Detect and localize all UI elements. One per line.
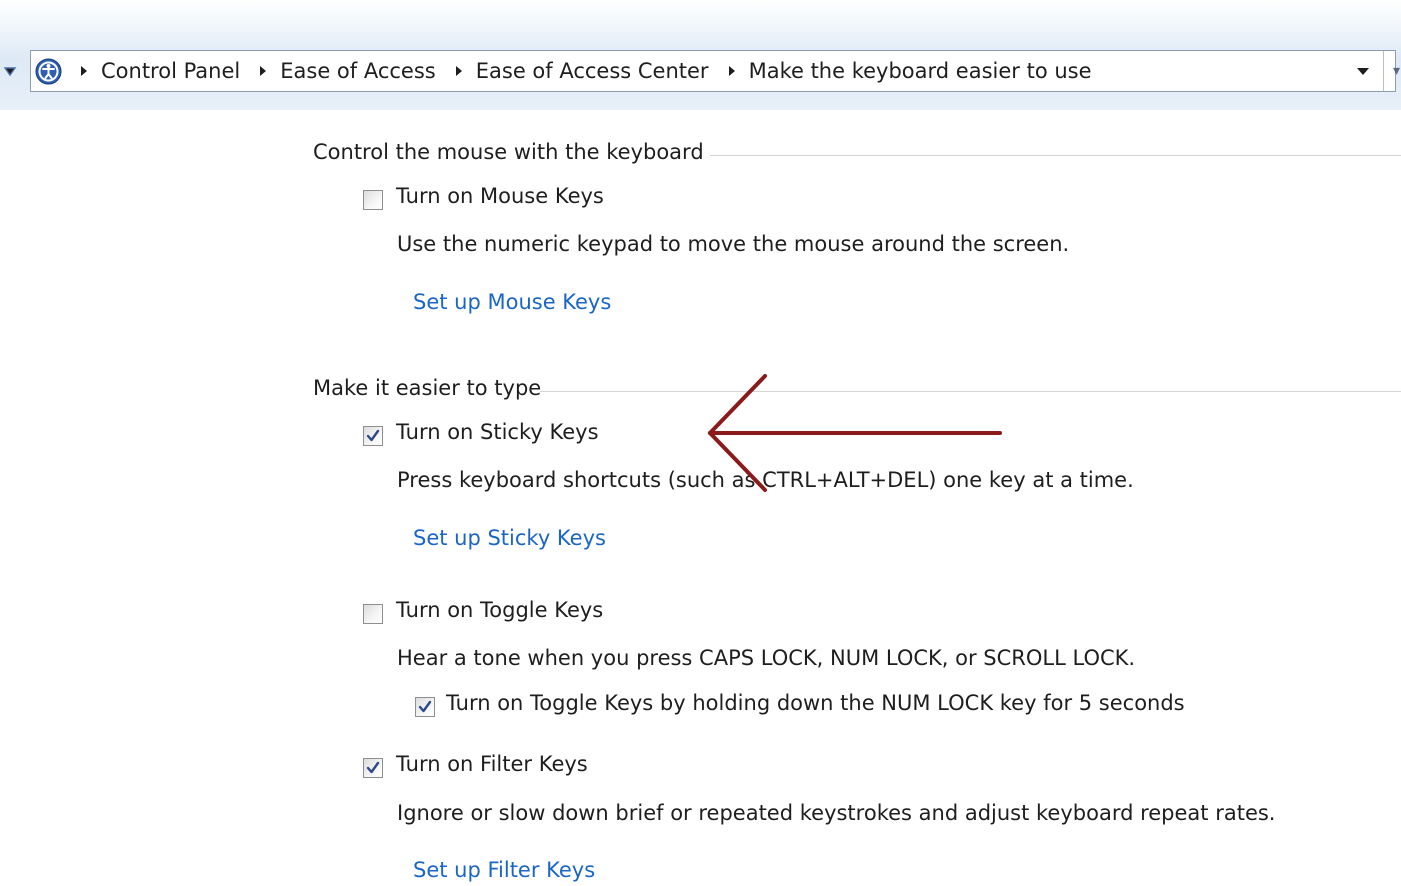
breadcrumb-separator-icon[interactable]: [455, 66, 462, 76]
checkmark-icon: [418, 700, 432, 713]
breadcrumb-control-panel[interactable]: Control Panel: [101, 59, 240, 83]
set-up-sticky-keys-link[interactable]: Set up Sticky Keys: [413, 526, 606, 550]
checkmark-icon: [366, 429, 380, 442]
mouse-keys-description: Use the numeric keypad to move the mouse…: [397, 232, 1070, 256]
set-up-mouse-keys-link[interactable]: Set up Mouse Keys: [413, 290, 611, 314]
breadcrumb-current-page[interactable]: Make the keyboard easier to use: [749, 59, 1092, 83]
ease-of-access-keyboard-page: Control Panel Ease of Access Ease of Acc…: [0, 0, 1401, 886]
toggle-keys-checkbox[interactable]: [363, 604, 383, 624]
section-title-mouse: Control the mouse with the keyboard: [313, 140, 704, 164]
filter-keys-label[interactable]: Turn on Filter Keys: [396, 752, 588, 776]
refresh-icon[interactable]: ▾: [1393, 63, 1400, 79]
filter-keys-description: Ignore or slow down brief or repeated ke…: [397, 801, 1276, 825]
address-bar-divider: [1383, 51, 1384, 91]
toggle-keys-num-lock-label[interactable]: Turn on Toggle Keys by holding down the …: [446, 691, 1185, 715]
mouse-keys-label[interactable]: Turn on Mouse Keys: [396, 184, 604, 208]
sticky-keys-label[interactable]: Turn on Sticky Keys: [396, 420, 599, 444]
recent-pages-arrow-icon[interactable]: [4, 66, 26, 78]
toggle-keys-label[interactable]: Turn on Toggle Keys: [396, 598, 603, 622]
sticky-keys-checkbox[interactable]: [363, 426, 383, 446]
mouse-keys-checkbox[interactable]: [363, 190, 383, 210]
address-history-dropdown-icon[interactable]: [1357, 68, 1369, 75]
breadcrumb-separator-icon[interactable]: [81, 66, 87, 76]
set-up-filter-keys-link[interactable]: Set up Filter Keys: [413, 858, 595, 882]
filter-keys-checkbox[interactable]: [363, 758, 383, 778]
toggle-keys-num-lock-checkbox[interactable]: [415, 697, 435, 717]
section-divider: [540, 391, 1401, 392]
breadcrumb-separator-icon[interactable]: [260, 66, 267, 76]
section-title-typing: Make it easier to type: [313, 376, 542, 400]
control-panel-icon: [35, 58, 62, 85]
sticky-keys-description: Press keyboard shortcuts (such as CTRL+A…: [397, 468, 1134, 492]
section-divider: [710, 155, 1401, 156]
checkmark-icon: [366, 761, 380, 774]
annotation-arrow-icon: [708, 374, 1002, 492]
toggle-keys-description: Hear a tone when you press CAPS LOCK, NU…: [397, 646, 1136, 670]
breadcrumb: Control Panel Ease of Access Ease of Acc…: [81, 51, 1112, 91]
address-bar[interactable]: Control Panel Ease of Access Ease of Acc…: [30, 50, 1400, 92]
breadcrumb-ease-of-access[interactable]: Ease of Access: [280, 59, 435, 83]
breadcrumb-ease-of-access-center[interactable]: Ease of Access Center: [476, 59, 709, 83]
breadcrumb-separator-icon[interactable]: [728, 66, 735, 76]
